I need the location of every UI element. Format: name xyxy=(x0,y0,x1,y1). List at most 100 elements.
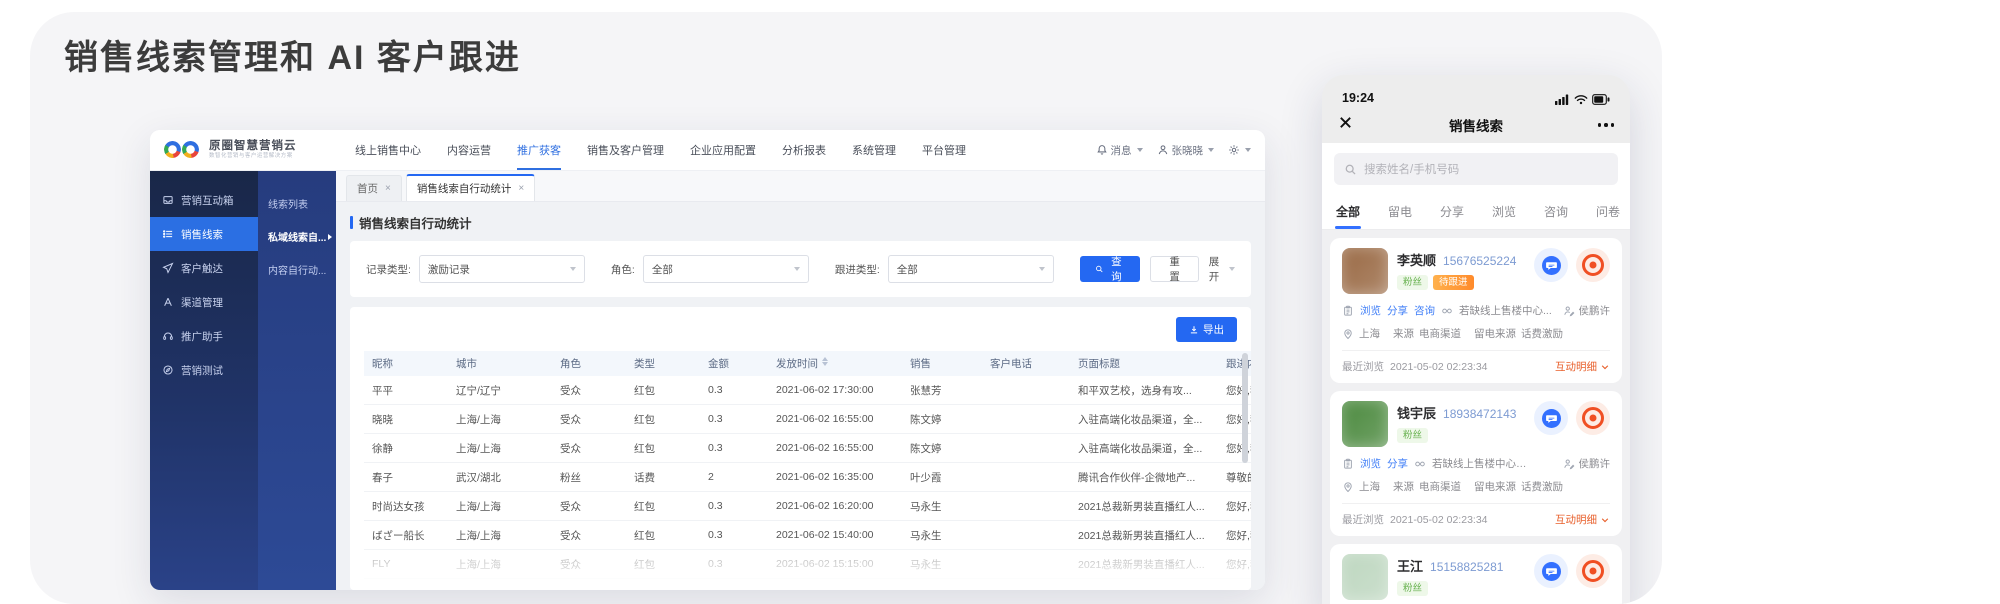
tab-close-icon[interactable] xyxy=(385,184,391,194)
lead-tag: 粉丝 xyxy=(1397,428,1428,443)
table-row[interactable]: 平平辽宁/辽宁受众红包0.32021-06-02 17:30:00张慧芳和平双艺… xyxy=(364,376,1251,405)
activity-link[interactable]: 咨询 xyxy=(1414,303,1435,318)
record-icon xyxy=(1582,560,1604,582)
top-nav-item[interactable]: 线上销售中心 xyxy=(342,130,434,170)
search-input[interactable]: 搜索姓名/手机号码 xyxy=(1334,153,1618,185)
top-nav-item[interactable]: 系统管理 xyxy=(839,130,909,170)
mobile-tab[interactable]: 分享 xyxy=(1426,193,1478,229)
location-icon xyxy=(1342,328,1354,340)
column-header[interactable]: 城市 xyxy=(448,351,552,376)
submenu-item[interactable]: 内容自行动... xyxy=(258,253,336,286)
column-header[interactable]: 发放时间 xyxy=(768,351,902,376)
table-row[interactable]: 晓晓上海/上海受众红包0.32021-06-02 16:55:00陈文婷入驻高端… xyxy=(364,405,1251,434)
mobile-tab[interactable]: 问卷 xyxy=(1582,193,1630,229)
table-scrollbar[interactable] xyxy=(1242,353,1248,463)
lead-card[interactable]: 王江15158825281粉丝浏览若缺线上售楼中心的H5分享页侯鹏许上海来源电商… xyxy=(1330,544,1622,604)
owner-name: 侯鹏许 xyxy=(1579,456,1611,471)
column-header[interactable]: 页面标题 xyxy=(1070,351,1218,376)
table-cell: 您好,我是您的专属顾问马永生,有... xyxy=(1218,492,1251,521)
sidebar-item[interactable]: 销售线索 xyxy=(150,217,258,251)
activity-link[interactable]: 分享 xyxy=(1387,456,1408,471)
workspace-tab[interactable]: 销售线索自行动统计 xyxy=(406,174,535,201)
lead-card-header: 李英顺15676525224粉丝待跟进 xyxy=(1342,248,1610,294)
search-button[interactable]: 查询 xyxy=(1080,256,1141,282)
leads-table-head: 昵称城市角色类型金额发放时间销售客户电话页面标题跟进内容 xyxy=(364,351,1251,376)
table-cell: 晓晓 xyxy=(364,405,448,434)
desktop-app-window: 原圈智慧营销云 数智化营销与客户运营解决方案 线上销售中心内容运营推广获客销售及… xyxy=(150,130,1265,590)
lead-phone: 15676525224 xyxy=(1443,254,1516,268)
user-menu[interactable]: 张晓晓 xyxy=(1157,143,1215,158)
lead-card[interactable]: 李英顺15676525224粉丝待跟进浏览分享咨询若缺线上售楼中心...侯鹏许上… xyxy=(1330,238,1622,383)
table-cell: 上海/上海 xyxy=(448,434,552,463)
table-cell: 上海/上海 xyxy=(448,579,552,591)
table-cell: 2021总裁新男装直播红人... xyxy=(1070,550,1218,579)
table-row[interactable]: 时尚达女孩上海/上海受众红包0.32021-06-02 16:20:00马永生2… xyxy=(364,492,1251,521)
recent-time: 2021-05-02 02:23:34 xyxy=(1390,514,1488,526)
column-header[interactable]: 销售 xyxy=(902,351,982,376)
reset-button[interactable]: 重置 xyxy=(1150,256,1198,282)
column-header[interactable]: 昵称 xyxy=(364,351,448,376)
lead-card[interactable]: 钱宇辰18938472143粉丝浏览分享若缺线上售楼中心的H5...侯鹏许上海来… xyxy=(1330,391,1622,536)
top-nav-item[interactable]: 销售及客户管理 xyxy=(574,130,677,170)
table-row[interactable]: 春子武汉/湖北粉丝话费22021-06-02 16:35:00叶少霞腾讯合作伙伴… xyxy=(364,463,1251,492)
activity-link[interactable]: 分享 xyxy=(1387,303,1408,318)
sort-icon[interactable] xyxy=(822,357,828,367)
activity-link[interactable]: 浏览 xyxy=(1360,303,1381,318)
column-header[interactable]: 类型 xyxy=(626,351,700,376)
export-button[interactable]: 导出 xyxy=(1176,317,1237,342)
column-header[interactable]: 角色 xyxy=(552,351,626,376)
top-nav-item[interactable]: 推广获客 xyxy=(504,130,574,170)
mobile-tab[interactable]: 全部 xyxy=(1322,193,1374,229)
table-row[interactable]: FLY上海/上海受众红包0.32021-06-02 15:15:00马永生202… xyxy=(364,550,1251,579)
table-row[interactable]: 徐静上海/上海受众红包0.32021-06-02 16:55:00陈文婷入驻高端… xyxy=(364,434,1251,463)
inbox-icon xyxy=(162,194,174,206)
record-type-select[interactable]: 激励记录 xyxy=(419,255,585,283)
tab-close-icon[interactable] xyxy=(518,184,524,194)
table-cell: 徐静 xyxy=(364,434,448,463)
messages-menu[interactable]: 消息 xyxy=(1096,143,1143,158)
table-row[interactable]: 时尚达女孩上海/上海粉丝话费22021-06-02 15:10:00马永生202… xyxy=(364,579,1251,591)
follow-type-label: 跟进类型: xyxy=(835,262,880,277)
submenu-item[interactable]: 私域线索自... xyxy=(258,220,336,253)
column-header[interactable]: 金额 xyxy=(700,351,768,376)
sidebar-item[interactable]: 渠道管理 xyxy=(150,285,258,319)
visited-page: 若缺线上售楼中心的H5... xyxy=(1432,456,1536,471)
submenu-item[interactable]: 线索列表 xyxy=(258,187,336,220)
sidebar-item[interactable]: 推广助手 xyxy=(150,319,258,353)
call-button[interactable] xyxy=(1576,554,1610,588)
top-nav-item[interactable]: 企业应用配置 xyxy=(677,130,769,170)
top-nav-item[interactable]: 内容运营 xyxy=(434,130,504,170)
top-nav-item[interactable]: 平台管理 xyxy=(909,130,979,170)
activity-link[interactable]: 浏览 xyxy=(1360,456,1381,471)
lead-source: 来源电商渠道 xyxy=(1393,326,1461,341)
follow-type-select[interactable]: 全部 xyxy=(888,255,1054,283)
column-header[interactable]: 客户电话 xyxy=(982,351,1070,376)
chat-button[interactable] xyxy=(1534,248,1568,282)
table-cell: 受众 xyxy=(552,492,626,521)
mobile-tab[interactable]: 浏览 xyxy=(1478,193,1530,229)
sidebar-item[interactable]: 营销测试 xyxy=(150,353,258,387)
call-button[interactable] xyxy=(1576,248,1610,282)
filter-record-type: 记录类型: 激励记录 xyxy=(366,255,585,283)
interaction-detail-link[interactable]: 互动明细 xyxy=(1555,359,1610,374)
source-label: 来源 xyxy=(1393,326,1414,341)
mobile-tab[interactable]: 咨询 xyxy=(1530,193,1582,229)
table-cell xyxy=(982,579,1070,591)
chat-button[interactable] xyxy=(1534,554,1568,588)
call-button[interactable] xyxy=(1576,401,1610,435)
table-row[interactable]: ばざー船长上海/上海受众红包0.32021-06-02 15:40:00马永生2… xyxy=(364,521,1251,550)
interaction-detail-link[interactable]: 互动明细 xyxy=(1555,512,1610,527)
role-select[interactable]: 全部 xyxy=(643,255,809,283)
top-nav-item[interactable]: 分析报表 xyxy=(769,130,839,170)
expand-link[interactable]: 展开 xyxy=(1209,254,1235,284)
chat-button[interactable] xyxy=(1534,401,1568,435)
mobile-tab[interactable]: 留电 xyxy=(1374,193,1426,229)
lead-tags: 粉丝 xyxy=(1397,581,1528,596)
column-header-label: 发放时间 xyxy=(776,358,818,370)
sidebar-item[interactable]: 营销互动箱 xyxy=(150,183,258,217)
sidebar-item[interactable]: 客户触达 xyxy=(150,251,258,285)
workspace-tab[interactable]: 首页 xyxy=(346,175,402,201)
filter-role: 角色: 全部 xyxy=(611,255,809,283)
lead-name-row: 王江15158825281 xyxy=(1397,556,1528,575)
settings-menu[interactable] xyxy=(1228,144,1251,156)
